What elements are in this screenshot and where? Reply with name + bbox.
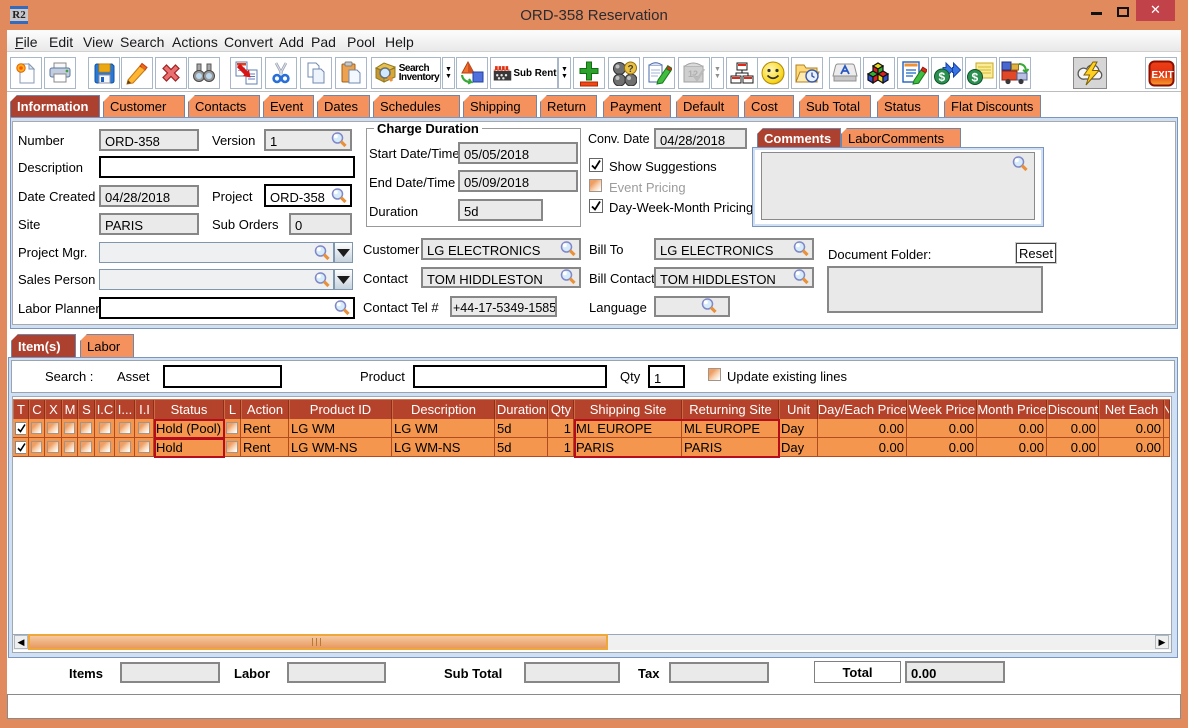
svg-text:$: $ [972, 71, 979, 85]
svg-text:?: ? [628, 64, 634, 75]
svg-text:$: $ [939, 70, 946, 84]
svg-text:EXIT: EXIT [1151, 70, 1173, 81]
